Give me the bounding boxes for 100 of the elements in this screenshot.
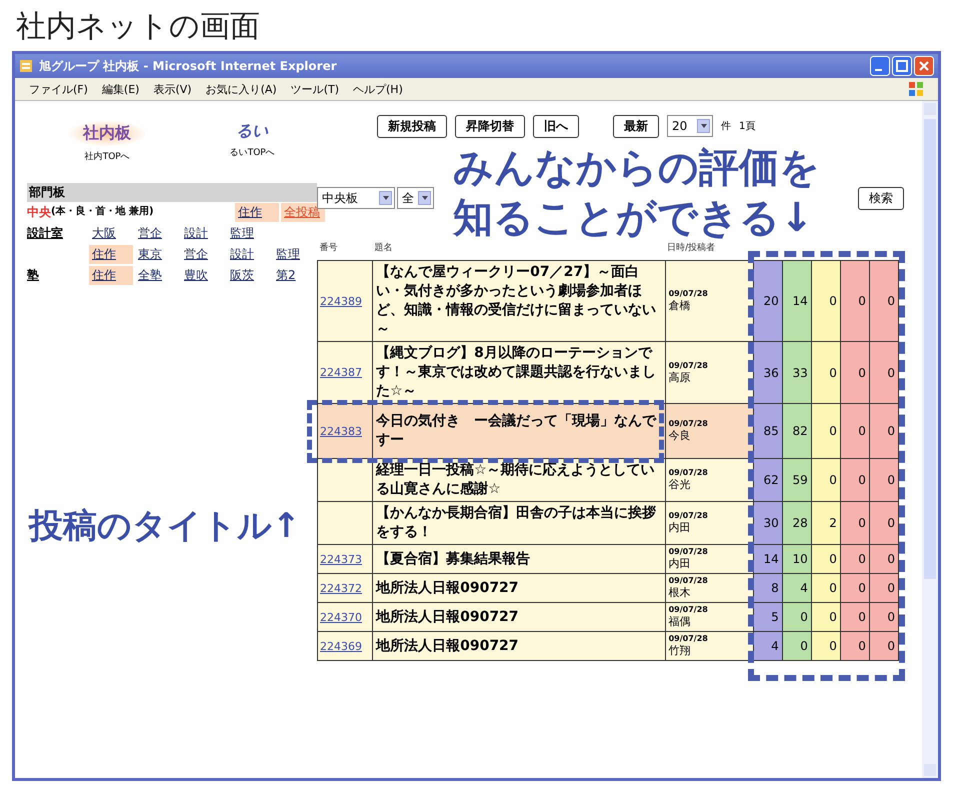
rating-count: 0 (840, 502, 870, 544)
top-link[interactable]: るいTOPへ (230, 146, 275, 159)
menu-item[interactable]: 表示(V) (153, 82, 192, 96)
board-link[interactable]: 監理 (227, 224, 271, 243)
board-link[interactable]: 住作 (89, 266, 133, 285)
post-number-link[interactable]: 224389 (320, 294, 362, 308)
board-link[interactable]: 設計 (227, 245, 271, 264)
board-link[interactable]: 住作 (235, 203, 279, 222)
board-link[interactable]: 営企 (135, 224, 179, 243)
post-title[interactable]: 【縄文ブログ】8月以降のローテーションです！～東京では改めて課題共認を行ないました☆～ (372, 342, 666, 404)
post-title[interactable]: 地所法人日報090727 (372, 602, 666, 632)
post-title[interactable]: 経理一日一投稿☆～期待に応えようとしている山寛さんに感謝☆ (372, 458, 666, 502)
dropdown-icon (697, 119, 710, 133)
rating-count: 0 (840, 404, 870, 458)
window-title: 旭グループ 社内板 - Microsoft Internet Explorer (39, 58, 337, 74)
rating-count: 0 (869, 404, 898, 458)
rating-count: 0 (869, 342, 898, 404)
menu-item[interactable]: ツール(T) (290, 82, 339, 96)
post-date: 09/07/28 (668, 511, 709, 520)
post-date: 09/07/28 (668, 289, 709, 298)
annotation-text: 投稿のタイトル↑ (29, 505, 300, 548)
post-number-link[interactable]: 224383 (320, 424, 362, 438)
post-title[interactable]: 地所法人日報090727 (372, 632, 666, 660)
post-title[interactable]: 【夏合宿】募集結果報告 (372, 544, 666, 574)
rating-count: 0 (782, 632, 812, 660)
board-link[interactable]: 東京 (135, 245, 179, 264)
rating-count: 0 (811, 544, 840, 574)
rating-count: 0 (869, 260, 898, 342)
maximize-button[interactable] (892, 56, 912, 76)
dropdown-icon (379, 191, 392, 205)
scroll-up-icon[interactable] (924, 103, 936, 115)
post-title[interactable]: 地所法人日報090727 (372, 574, 666, 602)
post-title[interactable]: 今日の気付き ー会議だって「現場」なんですー (372, 404, 666, 458)
rating-count: 0 (811, 458, 840, 502)
post-number-link[interactable]: 224387 (320, 366, 362, 379)
rating-count: 20 (753, 260, 782, 342)
rating-count: 0 (869, 632, 898, 660)
rating-count: 82 (782, 404, 812, 458)
per-page-select[interactable]: 20 (667, 115, 713, 137)
department-label[interactable]: 塾 (27, 267, 39, 284)
top-link[interactable]: 社内TOPへ (84, 150, 130, 163)
annotation-text: 知ることができる↓ (453, 194, 815, 242)
rating-count: 0 (869, 544, 898, 574)
app-icon (19, 59, 33, 73)
rating-count: 2 (811, 502, 840, 544)
menu-item[interactable]: お気に入り(A) (206, 82, 277, 96)
post-date: 09/07/28 (668, 576, 709, 585)
board-link[interactable]: 大阪 (89, 224, 133, 243)
rating-count: 4 (782, 574, 812, 602)
rating-count: 59 (782, 458, 812, 502)
board-link[interactable]: 住作 (89, 245, 133, 264)
toolbar-button[interactable]: 新規投稿 (377, 114, 447, 138)
scroll-down-icon[interactable] (924, 764, 936, 776)
toolbar-button[interactable]: 旧へ (533, 114, 579, 138)
board-link[interactable]: 監理 (273, 245, 317, 264)
department-label[interactable]: 設計室 (27, 225, 63, 242)
menu-item[interactable]: 編集(E) (102, 82, 140, 96)
post-author: 今良 (668, 428, 692, 443)
per-page-unit: 件 (721, 120, 731, 133)
post-date: 09/07/28 (668, 547, 709, 556)
latest-button[interactable]: 最新 (613, 114, 659, 138)
board-logo[interactable]: るい (236, 121, 268, 142)
board-logo[interactable]: 社内板 (69, 121, 146, 146)
board-link[interactable]: 第2 (273, 266, 317, 285)
page-heading: 社内ネットの画面 (15, 8, 261, 46)
rating-count: 0 (840, 602, 870, 632)
rating-count: 0 (869, 458, 898, 502)
rating-count: 0 (840, 342, 870, 404)
rating-count: 14 (782, 260, 812, 342)
post-author: 倉橋 (668, 298, 692, 313)
rating-count: 0 (869, 574, 898, 602)
board-link[interactable]: 阪茨 (227, 266, 271, 285)
board-link[interactable]: 全塾 (135, 266, 179, 285)
menu-item[interactable]: ヘルプ(H) (353, 82, 403, 96)
rating-count: 0 (811, 574, 840, 602)
rating-count: 0 (811, 602, 840, 632)
minimize-button[interactable] (870, 56, 890, 76)
post-date: 09/07/28 (668, 360, 709, 370)
post-date: 09/07/28 (668, 419, 709, 428)
section-title: 部門板 (27, 183, 317, 202)
scope-select[interactable]: 全 (397, 187, 434, 209)
rating-count: 0 (840, 260, 870, 342)
post-author: 福偶 (668, 614, 692, 629)
post-title[interactable]: 【なんで屋ウィークリー07／27】～面白い・気付きが多かったという劇場参加者ほど、知識・情報の受信だけに留まっていない～ (372, 260, 666, 342)
rating-count: 0 (869, 502, 898, 544)
post-author: 高原 (668, 370, 692, 384)
post-author: 内田 (668, 520, 692, 535)
post-title[interactable]: 【かんなか長期合宿】田舎の子は本当に挨拶をする！ (372, 502, 666, 544)
board-link[interactable]: 設計 (181, 224, 225, 243)
menu-item[interactable]: ファイル(F) (29, 82, 88, 96)
post-author: 竹翔 (668, 643, 692, 658)
search-button[interactable]: 検索 (858, 186, 904, 210)
board-link[interactable]: 営企 (181, 245, 225, 264)
rating-count: 0 (869, 602, 898, 632)
board-link[interactable]: 豊吹 (181, 266, 225, 285)
rating-count: 5 (753, 602, 782, 632)
board-select[interactable]: 中央板 (317, 187, 395, 209)
rating-count: 14 (753, 544, 782, 574)
toolbar-button[interactable]: 昇降切替 (455, 114, 525, 138)
close-button[interactable] (914, 56, 934, 76)
